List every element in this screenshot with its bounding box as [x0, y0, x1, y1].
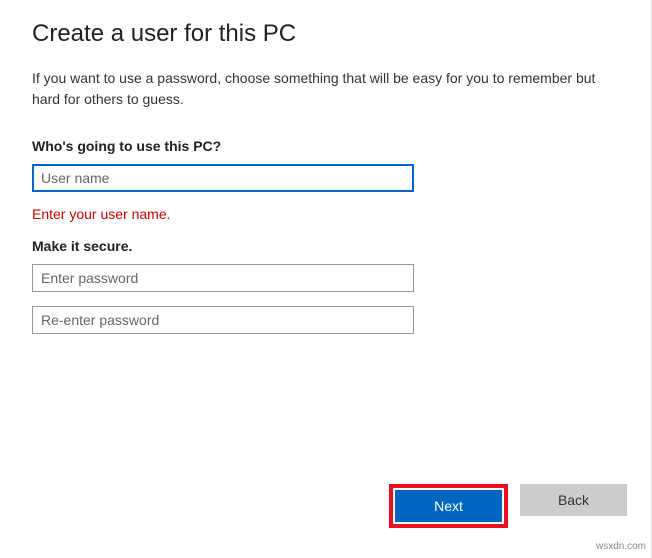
page-title: Create a user for this PC	[32, 20, 619, 48]
password-label: Make it secure.	[32, 238, 619, 254]
dialog-container: Create a user for this PC If you want to…	[0, 0, 652, 558]
password-confirm-input[interactable]	[32, 306, 414, 334]
button-bar: Next Back	[389, 484, 627, 528]
username-label: Who's going to use this PC?	[32, 138, 619, 154]
next-button-highlight: Next	[389, 484, 508, 528]
back-button[interactable]: Back	[520, 484, 627, 516]
username-error: Enter your user name.	[32, 206, 619, 222]
next-button[interactable]: Next	[395, 490, 502, 522]
username-section: Who's going to use this PC? Enter your u…	[32, 138, 619, 222]
description-text: If you want to use a password, choose so…	[32, 68, 612, 110]
watermark-text: wsxdn.com	[596, 541, 646, 552]
password-input[interactable]	[32, 264, 414, 292]
password-section: Make it secure.	[32, 238, 619, 334]
username-input[interactable]	[32, 164, 414, 192]
